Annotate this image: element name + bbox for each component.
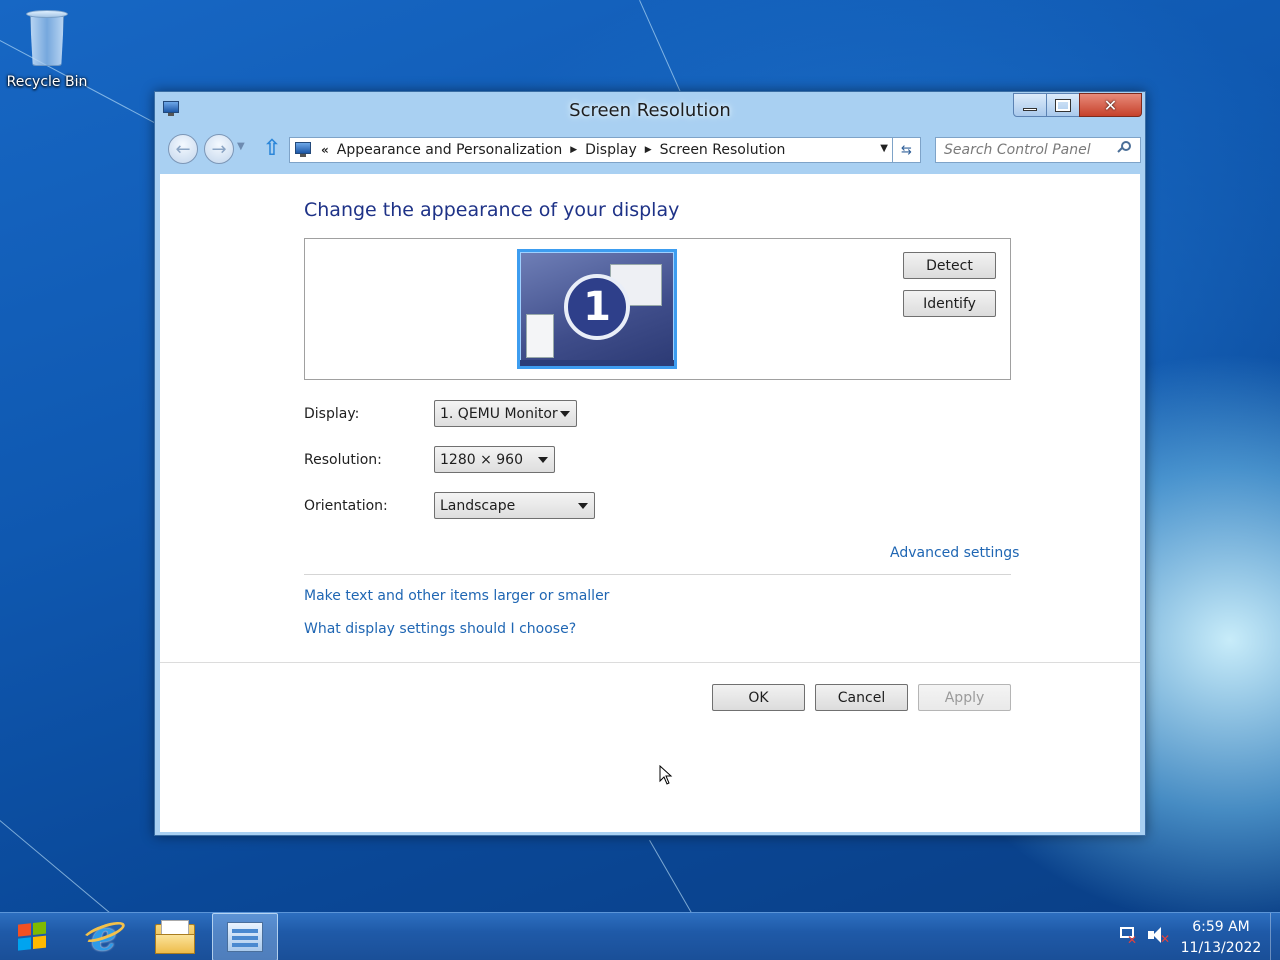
resolution-select-value: 1280 × 960 — [440, 451, 523, 468]
dropdown-arrow-icon — [538, 457, 548, 463]
monitor-thumbnail[interactable]: 1 — [517, 249, 677, 369]
wallpaper-streak — [0, 820, 123, 912]
address-dropdown-icon[interactable]: ▼ — [880, 143, 888, 154]
breadcrumb-display[interactable]: Display — [585, 142, 637, 158]
close-icon: ✕ — [1103, 95, 1118, 115]
section-divider — [304, 574, 1011, 575]
apply-button[interactable]: Apply — [918, 684, 1011, 711]
network-icon[interactable]: ✕ — [1118, 927, 1138, 946]
maximize-icon — [1055, 98, 1071, 112]
resolution-select[interactable]: 1280 × 960 — [434, 446, 555, 473]
detect-button[interactable]: Detect — [903, 252, 996, 279]
chevron-down-icon: ▼ — [237, 141, 245, 152]
navigation-bar: ← → ▼ ⇧ « Appearance and Personalization… — [155, 132, 1145, 170]
mouse-cursor-icon — [659, 765, 673, 785]
windows-logo-icon — [18, 921, 48, 952]
control-panel-taskbar-button[interactable] — [212, 913, 278, 960]
display-label: Display: — [304, 406, 360, 422]
taskbar: e ✕ ✕ 6:59 AM 11/13/2022 — [0, 912, 1280, 960]
breadcrumb-arrow-icon[interactable]: ▶ — [570, 145, 577, 155]
back-button[interactable]: ← — [168, 134, 198, 164]
address-bar[interactable]: « Appearance and Personalization ▶ Displ… — [289, 137, 893, 163]
recycle-bin-shortcut[interactable]: Recycle Bin — [4, 4, 90, 96]
close-button[interactable]: ✕ — [1079, 93, 1142, 117]
recycle-bin-icon — [26, 8, 68, 66]
display-preview: 1 Detect Identify — [304, 238, 1011, 380]
orientation-label: Orientation: — [304, 498, 388, 514]
dropdown-arrow-icon — [560, 411, 570, 417]
maximize-button[interactable] — [1046, 93, 1080, 117]
window-title: Screen Resolution — [569, 100, 731, 121]
display-select[interactable]: 1. QEMU Monitor — [434, 400, 577, 427]
search-icon[interactable] — [1117, 141, 1132, 155]
clock-date: 11/13/2022 — [1180, 940, 1262, 956]
internet-explorer-button[interactable]: e — [70, 913, 138, 960]
monitor-number-badge: 1 — [564, 274, 630, 340]
clock-time: 6:59 AM — [1192, 919, 1250, 935]
forward-button[interactable]: → — [204, 134, 234, 164]
breadcrumb-overflow[interactable]: « — [321, 143, 329, 157]
resolution-label: Resolution: — [304, 452, 382, 468]
search-input[interactable] — [936, 138, 1106, 162]
control-panel-icon — [227, 922, 263, 952]
breadcrumb-appearance[interactable]: Appearance and Personalization — [337, 142, 562, 158]
show-desktop-button[interactable] — [1270, 913, 1280, 960]
text-size-link[interactable]: Make text and other items larger or smal… — [304, 588, 609, 604]
recycle-bin-label: Recycle Bin — [6, 74, 88, 90]
volume-muted-icon[interactable]: ✕ — [1148, 927, 1170, 945]
file-explorer-button[interactable] — [141, 913, 209, 960]
cancel-button[interactable]: Cancel — [815, 684, 908, 711]
orientation-select-value: Landscape — [440, 497, 516, 514]
recent-pages-button[interactable]: ▼ — [237, 141, 245, 152]
minimize-button[interactable] — [1013, 93, 1047, 117]
content-pane: Change the appearance of your display 1 … — [160, 174, 1140, 832]
identify-button[interactable]: Identify — [903, 290, 996, 317]
folder-icon — [155, 920, 195, 954]
footer-divider — [160, 662, 1140, 663]
refresh-icon: ⇆ — [901, 142, 912, 158]
display-help-link[interactable]: What display settings should I choose? — [304, 621, 576, 637]
back-arrow-icon: ← — [175, 138, 191, 160]
thumbnail-window — [526, 314, 554, 358]
advanced-settings-link[interactable]: Advanced settings — [890, 545, 1019, 561]
search-box — [935, 137, 1141, 163]
ok-button[interactable]: OK — [712, 684, 805, 711]
dropdown-arrow-icon — [578, 503, 588, 509]
thumbnail-taskbar — [520, 360, 674, 366]
control-panel-icon — [295, 142, 313, 158]
breadcrumb-arrow-icon[interactable]: ▶ — [645, 145, 652, 155]
breadcrumb-screen-resolution[interactable]: Screen Resolution — [660, 142, 786, 158]
start-button[interactable] — [0, 913, 66, 960]
refresh-button[interactable]: ⇆ — [893, 137, 921, 163]
forward-arrow-icon: → — [211, 138, 227, 160]
system-clock[interactable]: 6:59 AM 11/13/2022 — [1178, 917, 1264, 959]
display-select-value: 1. QEMU Monitor — [440, 405, 558, 422]
minimize-icon — [1023, 107, 1037, 111]
screen-resolution-window: Screen Resolution ✕ ← → ▼ ⇧ « Appearance… — [154, 91, 1146, 836]
up-arrow-icon: ⇧ — [262, 136, 282, 161]
page-heading: Change the appearance of your display — [304, 199, 680, 221]
wallpaper-streak — [649, 840, 710, 912]
title-bar[interactable]: Screen Resolution ✕ — [155, 92, 1145, 130]
up-button[interactable]: ⇧ — [261, 136, 283, 162]
orientation-select[interactable]: Landscape — [434, 492, 595, 519]
